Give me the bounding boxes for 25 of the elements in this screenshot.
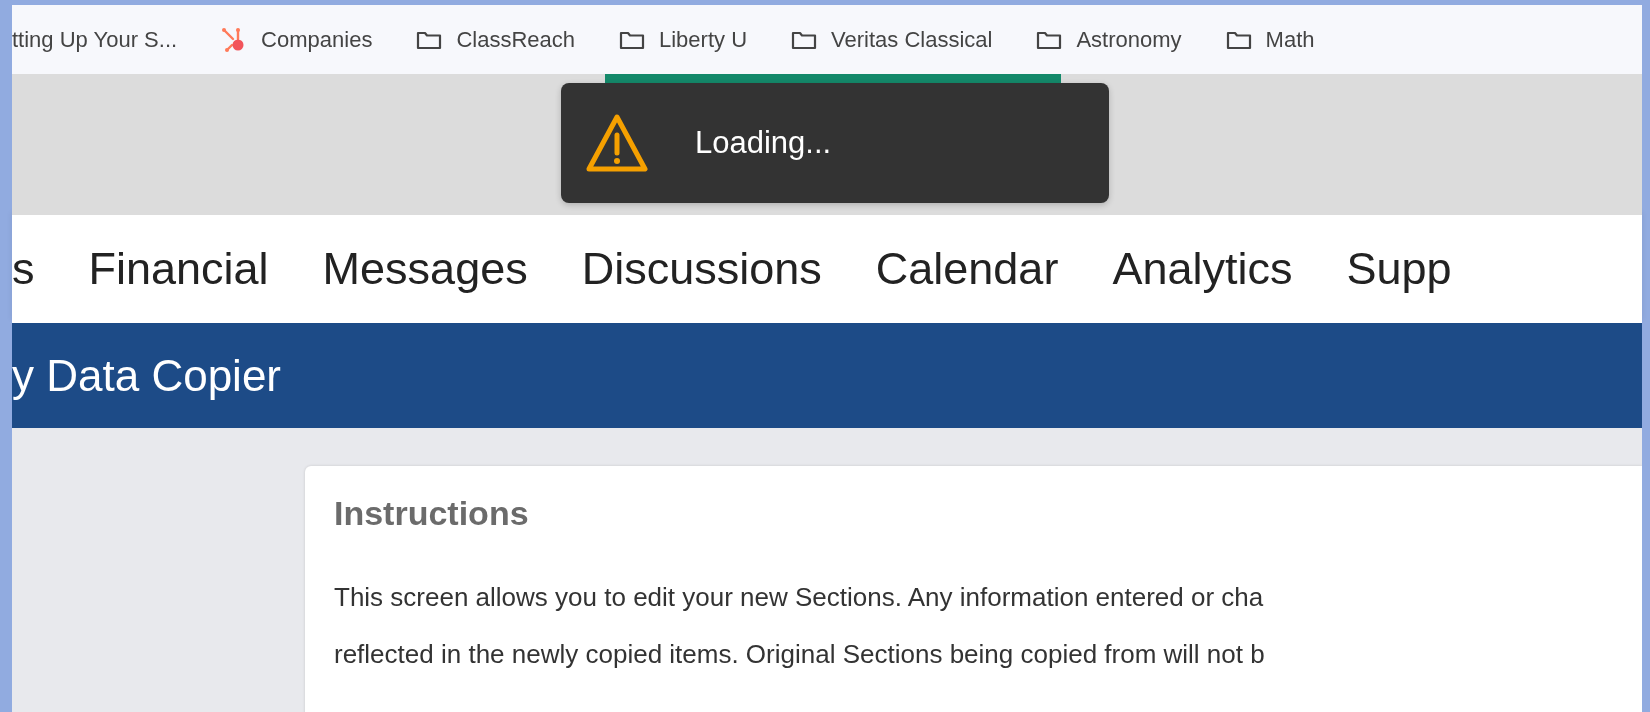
nav-tab[interactable]: Messages: [322, 243, 528, 295]
toast-message: Loading...: [695, 125, 832, 161]
nav-tab[interactable]: s: [12, 243, 35, 295]
folder-icon: [619, 29, 645, 50]
bookmark-link[interactable]: Math: [1265, 26, 1315, 53]
nav-tab[interactable]: Analytics: [1112, 243, 1293, 295]
instructions-text: reflected in the newly copied items. Original Sections being copied from will not b: [334, 638, 1265, 671]
bookmark-link[interactable]: Companies: [261, 26, 373, 53]
bookmark-link[interactable]: Liberty U: [659, 26, 748, 53]
bookmark-link[interactable]: Veritas Classical: [831, 26, 993, 53]
instructions-text: This screen allows you to edit your new Sections. Any information entered or cha: [334, 581, 1264, 614]
nav-tab[interactable]: Financial: [88, 243, 269, 295]
page-title: y Data Copier: [12, 350, 281, 401]
card-title: Instructions: [334, 494, 530, 533]
folder-icon: [1225, 29, 1252, 50]
folder-icon: [1036, 29, 1063, 50]
bookmark-link[interactable]: tting Up Your S...: [12, 26, 178, 53]
nav-tab[interactable]: Supp: [1346, 243, 1452, 295]
folder-icon: [791, 29, 818, 50]
bookmark-link[interactable]: Astronomy: [1076, 26, 1182, 53]
nav-tab[interactable]: Discussions: [581, 243, 822, 295]
bookmark-link[interactable]: ClassReach: [456, 26, 575, 53]
nav-tab[interactable]: Calendar: [875, 243, 1059, 295]
warning-icon: [585, 113, 649, 173]
folder-icon: [416, 29, 443, 50]
